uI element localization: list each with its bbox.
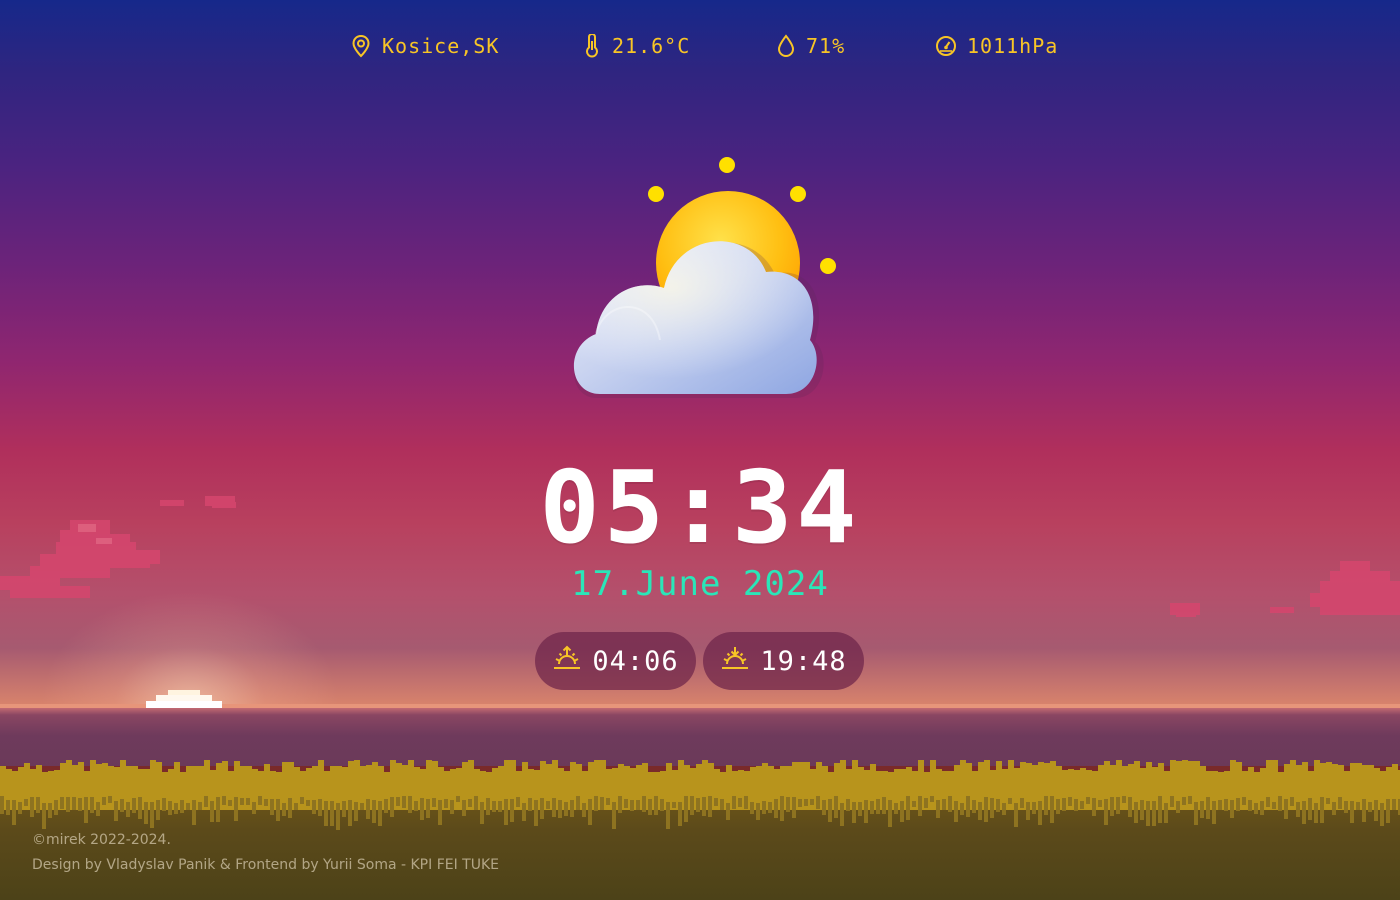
humidity-stat: 71% [776, 34, 845, 58]
location-pin-icon [350, 34, 372, 58]
temperature-stat: 21.6°C [582, 34, 690, 58]
location-stat: Kosice,SK [350, 34, 499, 58]
pixel-sun-icon [146, 690, 222, 708]
pressure-text: 1011hPa [967, 34, 1059, 58]
footer: ©mirek 2022-2024. Design by Vladyslav Pa… [32, 828, 499, 878]
weather-clock-screen: Kosice,SK 21.6°C 71% 1011hPa 05:34 17.Ju… [0, 0, 1400, 900]
sunset-time: 19:48 [760, 645, 847, 677]
weather-stats-bar: Kosice,SK 21.6°C 71% 1011hPa [0, 34, 1400, 64]
pixel-cloud-right [1170, 561, 1400, 617]
pressure-stat: 1011hPa [935, 34, 1058, 58]
credits-text: Design by Vladyslav Panik & Frontend by … [32, 857, 499, 873]
gauge-icon [935, 35, 957, 57]
droplet-icon [776, 34, 796, 58]
sunrise-time: 04:06 [592, 645, 679, 677]
temperature-text: 21.6°C [612, 34, 691, 58]
sun-times: 04:06 19:48 [535, 632, 864, 690]
thermometer-icon [582, 34, 602, 58]
sunset-icon [720, 645, 750, 678]
sunrise-pill: 04:06 [535, 632, 696, 690]
sunset-pill: 19:48 [703, 632, 864, 690]
sunrise-icon [552, 645, 582, 678]
humidity-text: 71% [806, 34, 846, 58]
partly-cloudy-icon [560, 150, 850, 410]
location-text: Kosice,SK [382, 34, 500, 58]
copyright-text: ©mirek 2022-2024. [32, 832, 171, 848]
